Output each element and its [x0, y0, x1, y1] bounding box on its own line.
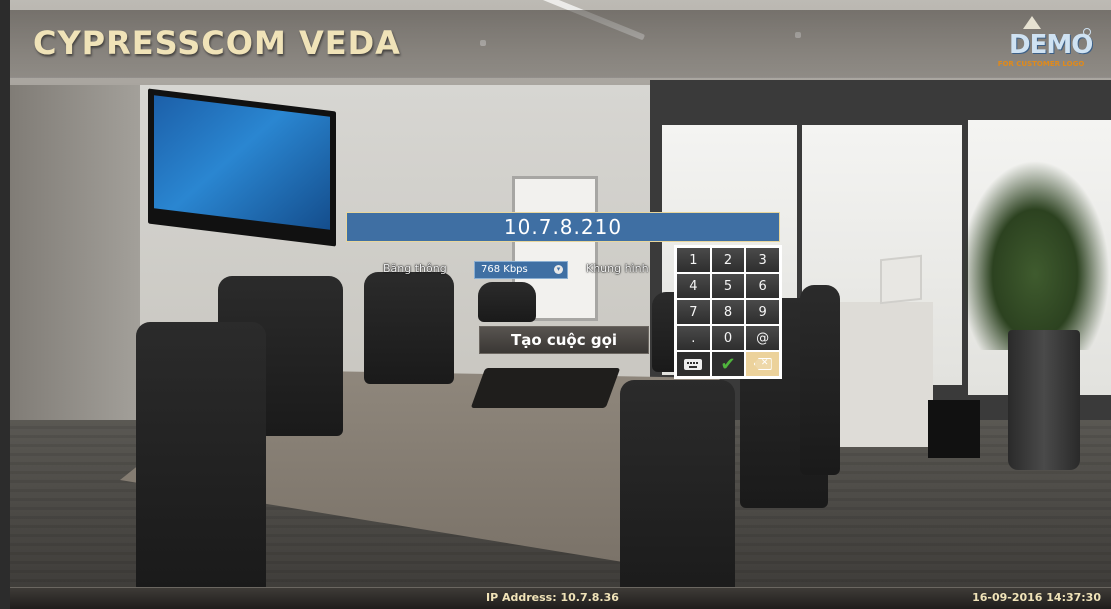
tv-screen	[154, 95, 330, 230]
wall-tv	[148, 88, 336, 247]
registered-icon	[1083, 28, 1091, 36]
table-tray	[470, 368, 621, 408]
chair	[478, 282, 536, 322]
confirm-button[interactable]: ✔	[711, 352, 745, 376]
keypad-key-6[interactable]: 6	[746, 274, 779, 298]
plant-pot	[1008, 330, 1080, 470]
bin	[928, 400, 980, 458]
backspace-icon: ✕	[753, 358, 772, 370]
app-title: CYPRESSCOM VEDA	[33, 24, 401, 62]
header-bar: CYPRESSCOM VEDA DEMO FOR CUSTOMER LOGO	[10, 10, 1111, 78]
bandwidth-value: 768 Kbps	[481, 264, 528, 275]
chair	[364, 272, 454, 384]
keypad-key-dot[interactable]: .	[677, 326, 710, 350]
plant	[960, 160, 1110, 350]
screen: CYPRESSCOM VEDA DEMO FOR CUSTOMER LOGO 1…	[0, 0, 1111, 609]
keyboard-icon	[684, 358, 703, 370]
picture-frame	[880, 254, 922, 305]
background-photo	[0, 0, 1111, 609]
chair	[620, 380, 735, 609]
chair	[136, 322, 266, 592]
keypad-key-9[interactable]: 9	[746, 300, 779, 324]
keypad-key-7[interactable]: 7	[677, 300, 710, 324]
keypad-key-4[interactable]: 4	[677, 274, 710, 298]
chevron-down-icon: ▾	[554, 265, 563, 274]
keyboard-toggle-button[interactable]	[677, 352, 710, 376]
ip-address: IP Address: 10.7.8.36	[486, 591, 619, 604]
left-frame	[0, 0, 10, 609]
datetime: 16-09-2016 14:37:30	[972, 591, 1101, 604]
bandwidth-select[interactable]: 768 Kbps ▾	[474, 261, 568, 279]
status-bar: IP Address: 10.7.8.36 16-09-2016 14:37:3…	[10, 587, 1111, 609]
logo-triangle-icon	[1023, 16, 1041, 29]
dial-address-input[interactable]: 10.7.8.210	[346, 212, 780, 242]
frame-label: Khung hình	[586, 262, 649, 275]
logo-text: DEMO	[1009, 30, 1093, 60]
backspace-button[interactable]: ✕	[746, 352, 779, 376]
keypad-key-at[interactable]: @	[746, 326, 779, 350]
numeric-keypad: 1 2 3 4 5 6 7 8 9 . 0 @ ✔ ✕	[674, 245, 782, 379]
customer-logo: DEMO FOR CUSTOMER LOGO	[991, 16, 1093, 72]
make-call-button[interactable]: Tạo cuộc gọi	[479, 326, 649, 354]
keypad-key-8[interactable]: 8	[711, 300, 745, 324]
chair	[800, 285, 840, 475]
keypad-key-2[interactable]: 2	[711, 248, 745, 272]
checkmark-icon: ✔	[720, 353, 736, 375]
bandwidth-label: Băng thông	[383, 262, 447, 275]
keypad-key-0[interactable]: 0	[711, 326, 745, 350]
keypad-key-3[interactable]: 3	[746, 248, 779, 272]
cabinet	[825, 302, 933, 447]
keypad-key-1[interactable]: 1	[677, 248, 710, 272]
keypad-key-5[interactable]: 5	[711, 274, 745, 298]
logo-subtitle: FOR CUSTOMER LOGO	[997, 60, 1085, 68]
